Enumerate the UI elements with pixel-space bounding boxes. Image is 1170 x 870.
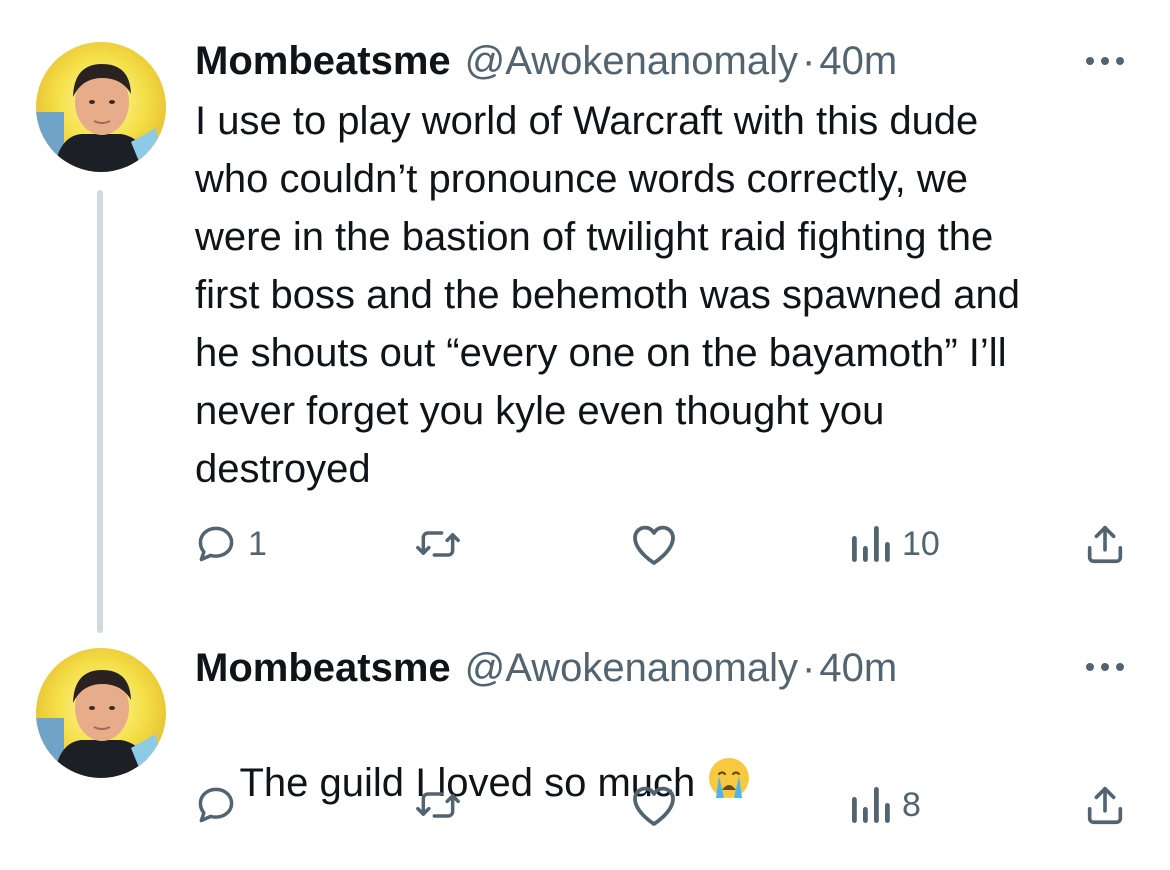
separator-dot: · <box>802 39 816 83</box>
share-icon <box>1087 525 1123 564</box>
tweet-actions: 8 <box>0 780 1170 830</box>
author-name[interactable]: Mombeatsme <box>195 36 451 86</box>
retweet-button[interactable] <box>414 519 472 569</box>
views-button[interactable]: 8 <box>850 780 921 830</box>
tweet-header: Mombeatsme @Awokenanomaly · 40m <box>195 643 897 693</box>
like-button[interactable] <box>630 519 688 569</box>
more-icon <box>1086 57 1094 65</box>
author-handle[interactable]: @Awokenanomaly <box>465 36 798 86</box>
view-count: 8 <box>902 785 921 824</box>
more-options-button[interactable] <box>1080 46 1130 76</box>
more-options-button[interactable] <box>1080 652 1130 682</box>
like-icon <box>633 786 675 826</box>
share-button[interactable] <box>1082 519 1128 569</box>
timestamp[interactable]: 40m <box>819 643 897 693</box>
author-name[interactable]: Mombeatsme <box>195 643 451 693</box>
reply-button[interactable] <box>194 780 248 830</box>
tweet-text: I use to play world of Warcraft with thi… <box>195 99 1020 491</box>
tweet-2[interactable]: Mombeatsme @Awokenanomaly · 40m The guil… <box>0 640 1170 857</box>
view-count: 10 <box>902 524 940 563</box>
author-handle[interactable]: @Awokenanomaly <box>465 643 798 693</box>
tweet-1[interactable]: Mombeatsme @Awokenanomaly · 40m I use to… <box>0 0 1170 640</box>
share-button[interactable] <box>1082 780 1128 830</box>
reply-count: 1 <box>248 524 267 563</box>
more-icon <box>1086 663 1094 671</box>
views-icon <box>852 787 890 823</box>
separator-dot: · <box>802 646 816 690</box>
like-icon <box>633 525 675 565</box>
avatar[interactable] <box>36 42 166 172</box>
tweet-header: Mombeatsme @Awokenanomaly · 40m <box>195 36 897 86</box>
views-icon <box>852 526 890 562</box>
retweet-icon <box>416 792 460 818</box>
views-button[interactable]: 10 <box>850 519 940 569</box>
avatar[interactable] <box>36 648 166 778</box>
share-icon <box>1087 786 1123 825</box>
reply-button[interactable]: 1 <box>194 519 267 569</box>
reply-icon <box>198 526 234 562</box>
retweet-button[interactable] <box>414 780 472 830</box>
like-button[interactable] <box>630 780 688 830</box>
reply-icon <box>198 787 234 823</box>
retweet-icon <box>416 531 460 557</box>
timestamp[interactable]: 40m <box>819 36 897 86</box>
tweet-actions: 1 10 <box>0 519 1170 569</box>
